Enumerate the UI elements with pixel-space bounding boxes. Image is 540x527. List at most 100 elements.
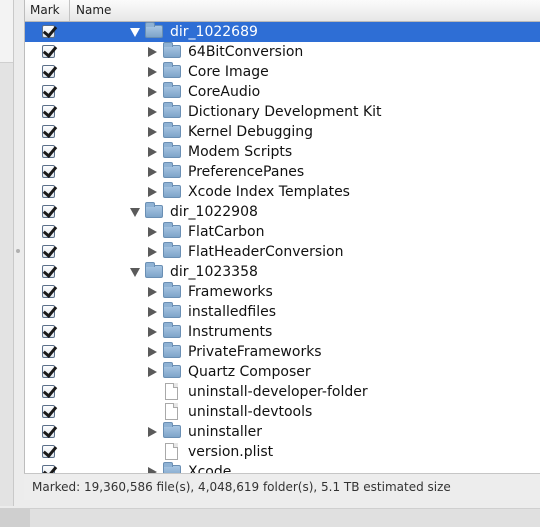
tree-row[interactable]: FlatCarbon	[25, 222, 540, 242]
disclosure-closed-icon[interactable]	[148, 107, 157, 117]
tree-row[interactable]: Frameworks	[25, 282, 540, 302]
mark-checkbox[interactable]	[42, 385, 55, 398]
mark-checkbox[interactable]	[42, 45, 55, 58]
mark-checkbox[interactable]	[42, 65, 55, 78]
mark-checkbox[interactable]	[42, 285, 55, 298]
folder-icon	[163, 322, 181, 338]
disclosure-closed-icon[interactable]	[148, 347, 157, 357]
folder-icon	[163, 302, 181, 318]
status-text: Marked: 19,360,586 file(s), 4,048,619 fo…	[32, 480, 451, 494]
tree-row[interactable]: Kernel Debugging	[25, 122, 540, 142]
mark-checkbox[interactable]	[42, 345, 55, 358]
disclosure-closed-icon[interactable]	[148, 367, 157, 377]
tree-row[interactable]: dir_1022908	[25, 202, 540, 222]
tree-row[interactable]: Quartz Composer	[25, 362, 540, 382]
tree-row-label: FlatHeaderConversion	[188, 244, 344, 260]
tree-row[interactable]: dir_1022689	[25, 22, 540, 42]
file-icon	[165, 403, 178, 420]
tree-row[interactable]: Modem Scripts	[25, 142, 540, 162]
tree-row[interactable]: Core Image	[25, 62, 540, 82]
tree-row[interactable]: version.plist	[25, 442, 540, 462]
tree-row[interactable]: 64BitConversion	[25, 42, 540, 62]
disclosure-closed-icon[interactable]	[148, 287, 157, 297]
tree-row-label: uninstall-developer-folder	[188, 384, 368, 400]
disclosure-closed-icon[interactable]	[148, 247, 157, 257]
mark-checkbox[interactable]	[42, 445, 55, 458]
tree-row[interactable]: Xcode Index Templates	[25, 182, 540, 202]
mark-checkbox[interactable]	[42, 365, 55, 378]
disclosure-closed-icon[interactable]	[148, 227, 157, 237]
mark-checkbox[interactable]	[42, 265, 55, 278]
split-view-divider-handle[interactable]	[16, 249, 20, 253]
status-bar: Marked: 19,360,586 file(s), 4,048,619 fo…	[24, 473, 540, 500]
tree-row[interactable]: installedfiles	[25, 302, 540, 322]
disclosure-closed-icon[interactable]	[148, 307, 157, 317]
folder-icon	[163, 42, 181, 58]
tree-row[interactable]: Xcode	[25, 462, 540, 473]
mark-checkbox[interactable]	[42, 425, 55, 438]
mark-checkbox[interactable]	[42, 205, 55, 218]
tree-row-label: dir_1022689	[170, 24, 258, 40]
mark-checkbox[interactable]	[42, 405, 55, 418]
folder-icon	[163, 122, 181, 138]
tree-row-label: Frameworks	[188, 284, 273, 300]
tree-row[interactable]: PreferencePanes	[25, 162, 540, 182]
folder-icon	[163, 182, 181, 198]
tree-row[interactable]: FlatHeaderConversion	[25, 242, 540, 262]
mark-checkbox[interactable]	[42, 185, 55, 198]
folder-icon	[163, 102, 181, 118]
column-header-name[interactable]: Name	[71, 0, 111, 24]
bottom-strip-segment	[0, 509, 30, 527]
folder-icon	[163, 142, 181, 158]
mark-checkbox[interactable]	[42, 325, 55, 338]
folder-icon	[163, 282, 181, 298]
file-icon	[165, 383, 178, 400]
disclosure-closed-icon[interactable]	[148, 187, 157, 197]
disclosure-closed-icon[interactable]	[148, 327, 157, 337]
disclosure-open-icon[interactable]	[130, 268, 140, 277]
tree-row-label: uninstall-devtools	[188, 404, 313, 420]
tree-row-label: Xcode Index Templates	[188, 184, 350, 200]
folder-icon	[163, 222, 181, 238]
tree-row-label: 64BitConversion	[188, 44, 304, 60]
disclosure-closed-icon[interactable]	[148, 167, 157, 177]
disclosure-closed-icon[interactable]	[148, 67, 157, 77]
folder-icon	[163, 362, 181, 378]
mark-checkbox[interactable]	[42, 225, 55, 238]
disclosure-closed-icon[interactable]	[148, 127, 157, 137]
tree-row[interactable]: PrivateFrameworks	[25, 342, 540, 362]
mark-checkbox[interactable]	[42, 245, 55, 258]
tree-row-label: Xcode	[188, 464, 232, 473]
mark-checkbox[interactable]	[42, 465, 55, 473]
tree-row-label: PreferencePanes	[188, 164, 305, 180]
tree-row[interactable]: uninstall-developer-folder	[25, 382, 540, 402]
mark-checkbox[interactable]	[42, 85, 55, 98]
tree-row[interactable]: Dictionary Development Kit	[25, 102, 540, 122]
tree-row[interactable]: dir_1023358	[25, 262, 540, 282]
bottom-strip	[0, 508, 540, 527]
tree-row-label: uninstaller	[188, 424, 263, 440]
mark-checkbox[interactable]	[42, 305, 55, 318]
mark-checkbox[interactable]	[42, 145, 55, 158]
disclosure-open-icon[interactable]	[130, 208, 140, 217]
disclosure-closed-icon[interactable]	[148, 47, 157, 57]
tree-row[interactable]: Instruments	[25, 322, 540, 342]
disclosure-closed-icon[interactable]	[148, 427, 157, 437]
folder-icon	[163, 462, 181, 473]
tree-row-label: dir_1023358	[170, 264, 258, 280]
disclosure-closed-icon[interactable]	[148, 147, 157, 157]
mark-checkbox[interactable]	[42, 125, 55, 138]
folder-icon	[145, 22, 163, 38]
mark-checkbox[interactable]	[42, 165, 55, 178]
tree-row[interactable]: uninstaller	[25, 422, 540, 442]
tree-row-label: Kernel Debugging	[188, 124, 314, 140]
tree-row[interactable]: uninstall-devtools	[25, 402, 540, 422]
tree-row-label: FlatCarbon	[188, 224, 265, 240]
tree-row-label: PrivateFrameworks	[188, 344, 322, 360]
mark-checkbox[interactable]	[42, 105, 55, 118]
mark-checkbox[interactable]	[42, 25, 55, 38]
disclosure-closed-icon[interactable]	[148, 87, 157, 97]
tree-row[interactable]: CoreAudio	[25, 82, 540, 102]
disclosure-open-icon[interactable]	[130, 28, 140, 37]
column-header-mark[interactable]: Mark	[25, 0, 70, 21]
